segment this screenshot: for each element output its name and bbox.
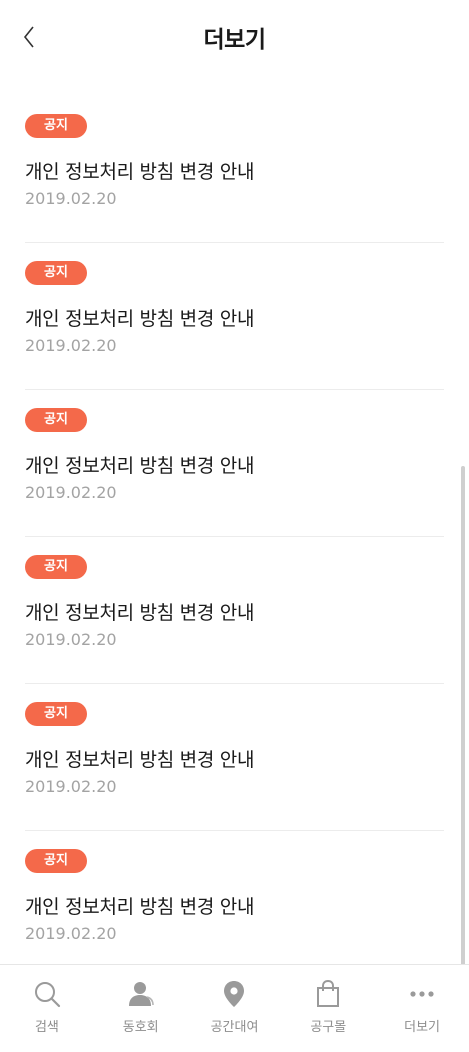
notice-date: 2019.02.20 xyxy=(25,630,117,649)
location-pin-icon xyxy=(224,981,245,1007)
more-dots-icon xyxy=(410,991,434,997)
notice-title: 개인 정보처리 방침 변경 안내 xyxy=(25,749,255,771)
notice-title: 개인 정보처리 방침 변경 안내 xyxy=(25,161,255,183)
list-item[interactable]: 공지 개인 정보처리 방침 변경 안내 2019.02.20 xyxy=(25,684,444,831)
tab-label: 동호회 xyxy=(122,1020,159,1035)
scrollbar[interactable] xyxy=(461,466,465,966)
tab-more[interactable]: 더보기 xyxy=(375,965,469,1052)
tab-club[interactable]: 동호회 xyxy=(94,965,188,1052)
notice-title: 개인 정보처리 방침 변경 안내 xyxy=(25,308,255,330)
list-item[interactable]: 공지 개인 정보처리 방침 변경 안내 2019.02.20 xyxy=(25,537,444,684)
notice-date: 2019.02.20 xyxy=(25,483,117,502)
bottom-tab-bar: 검색 동호회 공간대여 공구몰 더보기 xyxy=(0,964,469,1052)
page-title: 더보기 xyxy=(203,27,266,53)
tab-space-rental[interactable]: 공간대여 xyxy=(188,965,282,1052)
top-bar: 더보기 xyxy=(0,0,469,76)
tab-mall[interactable]: 공구몰 xyxy=(281,965,375,1052)
notice-badge: 공지 xyxy=(25,114,87,138)
notice-date: 2019.02.20 xyxy=(25,336,117,355)
tab-label: 공간대여 xyxy=(210,1020,259,1035)
notice-date: 2019.02.20 xyxy=(25,189,117,208)
search-icon xyxy=(34,982,60,1008)
tab-label: 검색 xyxy=(34,1020,59,1035)
notice-badge: 공지 xyxy=(25,702,87,726)
notice-badge: 공지 xyxy=(25,555,87,579)
tab-label: 더보기 xyxy=(404,1020,441,1035)
notice-title: 개인 정보처리 방침 변경 안내 xyxy=(25,455,255,477)
person-icon xyxy=(128,982,154,1006)
list-item[interactable]: 공지 개인 정보처리 방침 변경 안내 2019.02.20 xyxy=(25,243,444,390)
tab-search[interactable]: 검색 xyxy=(0,965,94,1052)
notice-date: 2019.02.20 xyxy=(25,777,117,796)
notice-title: 개인 정보처리 방침 변경 안내 xyxy=(25,896,255,918)
tab-label: 공구몰 xyxy=(310,1020,347,1035)
notice-title: 개인 정보처리 방침 변경 안내 xyxy=(25,602,255,624)
list-item[interactable]: 공지 개인 정보처리 방침 변경 안내 2019.02.20 xyxy=(25,96,444,243)
shopping-bag-icon xyxy=(317,979,340,1007)
notice-badge: 공지 xyxy=(25,261,87,285)
notice-list: 공지 개인 정보처리 방침 변경 안내 2019.02.20 공지 개인 정보처… xyxy=(0,96,469,978)
notice-badge: 공지 xyxy=(25,849,87,873)
notice-badge: 공지 xyxy=(25,408,87,432)
list-item[interactable]: 공지 개인 정보처리 방침 변경 안내 2019.02.20 xyxy=(25,831,444,978)
list-item[interactable]: 공지 개인 정보처리 방침 변경 안내 2019.02.20 xyxy=(25,390,444,537)
notice-date: 2019.02.20 xyxy=(25,924,117,943)
